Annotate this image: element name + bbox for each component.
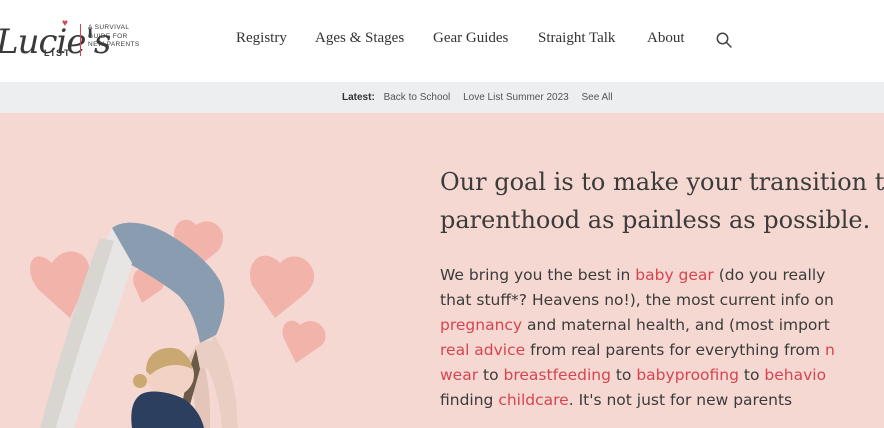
body-text: that stuff*? Heavens no!), the most curr… [440,291,834,309]
hero-illustration [30,219,326,428]
body-text: (do you really [713,266,826,284]
hero-body-line: pregnancy and maternal health, and (most… [440,313,884,338]
logo-list-text: LIST [44,48,72,58]
link-behavior[interactable]: behavio [764,366,826,384]
link-cut-off[interactable]: n [825,341,835,359]
hero-body-line: We bring you the best in baby gear (do y… [440,263,884,288]
latest-bar: Latest: Back to School Love List Summer … [0,82,884,113]
latest-link-love-list[interactable]: Love List Summer 2023 [463,92,569,103]
nav-item-straight-talk[interactable]: Straight Talk [538,30,615,47]
latest-label: Latest: [342,92,375,103]
logo-tagline: A SURVIVAL GUIDE FOR NEW PARENTS [88,24,158,50]
heart-icon: ♥ [62,18,68,29]
nav-item-ages-stages[interactable]: Ages & Stages [315,30,404,47]
link-baby-gear[interactable]: baby gear [635,266,714,284]
link-babyproofing[interactable]: babyproofing [636,366,739,384]
nav-item-registry[interactable]: Registry [236,30,287,47]
link-real-advice[interactable]: real advice [440,341,525,359]
body-text: and maternal health, and (most import [522,316,830,334]
body-text: to [610,366,637,384]
body-text: to [738,366,765,384]
link-wear[interactable]: wear [440,366,478,384]
hero-title-line: parenthood as painless as possible. [440,206,871,234]
hero-section: Our goal is to make your transition t pa… [0,113,884,428]
latest-links: Latest: Back to School Love List Summer … [342,82,623,113]
link-pregnancy[interactable]: pregnancy [440,316,522,334]
latest-link-back-to-school[interactable]: Back to School [384,92,451,103]
nav-item-gear-guides[interactable]: Gear Guides [433,30,508,47]
nav-item-about[interactable]: About [647,30,685,47]
tagline-line: GUIDE FOR [88,32,128,40]
logo-divider [80,24,81,56]
hero-body-line: finding childcare. It's not just for new… [440,388,884,413]
hero-body-line: wear to breastfeeding to babyproofing to… [440,363,884,388]
body-text: from real parents for everything from [525,341,826,359]
body-text: . It's not just for new parents [568,391,793,409]
latest-link-see-all[interactable]: See All [581,92,612,103]
hero-title-line: Our goal is to make your transition t [440,168,884,196]
tagline-line: NEW PARENTS [88,41,140,48]
hero-title: Our goal is to make your transition t pa… [440,163,884,239]
hero-body-line: real advice from real parents for everyt… [440,338,884,363]
hero-body-line: that stuff*? Heavens no!), the most curr… [440,288,884,313]
body-text: finding [440,391,499,409]
tagline-line: A SURVIVAL [88,24,130,31]
body-text: to [478,366,504,384]
link-childcare[interactable]: childcare [498,391,568,409]
body-text: We bring you the best in [440,266,636,284]
search-icon[interactable] [715,31,733,49]
hero-body: We bring you the best in baby gear (do y… [440,263,884,413]
link-breastfeeding[interactable]: breastfeeding [504,366,611,384]
site-header: Lucie's ♥ LIST A SURVIVAL GUIDE FOR NEW … [0,0,884,82]
